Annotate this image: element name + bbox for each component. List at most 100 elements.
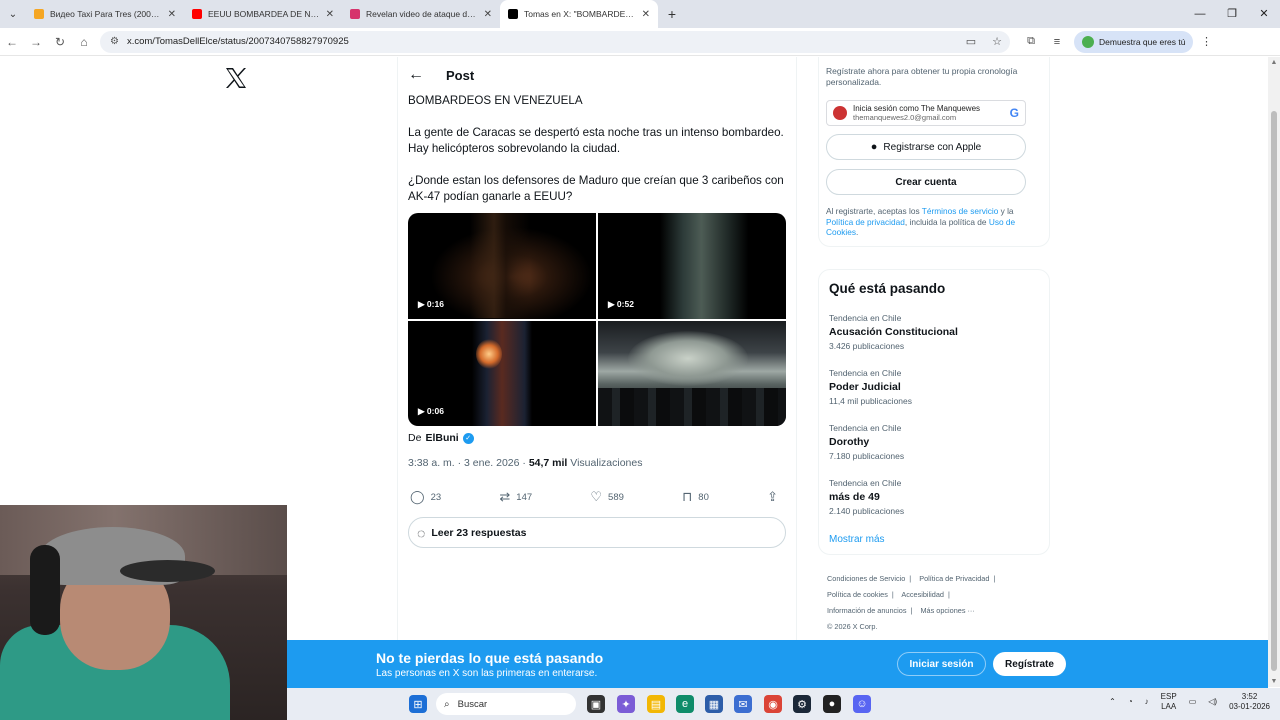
back-icon[interactable]: ← (0, 35, 24, 49)
home-icon[interactable]: ⌂ (72, 35, 96, 49)
chrome-icon[interactable]: ◉ (764, 695, 782, 713)
trend-context: Tendencia en Chile (829, 368, 902, 378)
apple-signup-button[interactable]: ● Registrarse con Apple (826, 134, 1026, 160)
tweet-paragraph: La gente de Caracas se despertó esta noc… (408, 126, 784, 155)
login-button[interactable]: Iniciar sesión (897, 652, 986, 676)
browser-tab[interactable]: Видео Taxi Para Tres (2001) 108 ✕ (26, 0, 184, 28)
trend-item[interactable]: Tendencia en Chile Dorothy 7.180 publica… (829, 423, 1039, 461)
copilot-icon[interactable]: ✦ (617, 695, 635, 713)
views-label: Visualizaciones (570, 457, 643, 469)
footer-cookies-link[interactable]: Política de cookies (827, 590, 888, 599)
minimize-icon[interactable]: — (1184, 0, 1216, 28)
extensions-icon[interactable]: ⧉ (1018, 35, 1044, 48)
trend-name: Poder Judicial (829, 381, 901, 393)
trend-item[interactable]: Tendencia en Chile Poder Judicial 11,4 m… (829, 368, 1039, 406)
share-button[interactable]: ⇪ (767, 489, 784, 505)
scrollbar-thumb[interactable] (1271, 111, 1277, 671)
tab-close-icon[interactable]: ✕ (168, 9, 176, 20)
repost-button[interactable]: ⇄ 147 (499, 489, 532, 505)
site-info-icon[interactable]: ⚙ (110, 36, 119, 47)
show-more-link[interactable]: Mostrar más (829, 534, 885, 545)
browser-tab-active[interactable]: Tomas en X: "BOMBARDEOS EN ✕ (500, 0, 658, 28)
browser-tab[interactable]: Revelan video de ataque de EE ✕ (342, 0, 500, 28)
trends-title: Qué está pasando (829, 281, 946, 296)
trend-item[interactable]: Tendencia en Chile Acusación Constitucio… (829, 313, 1039, 351)
bookmark-button[interactable]: ⊓ 80 (682, 489, 709, 505)
reply-button[interactable]: ◯ 23 (410, 489, 441, 505)
video-thumbnail[interactable]: ▶ 0:52 (598, 213, 786, 319)
video-thumbnail[interactable]: ▶ 0:16 (408, 213, 596, 319)
trend-name: Acusación Constitucional (829, 326, 958, 338)
headset-shape (30, 545, 60, 635)
forward-icon[interactable]: → (24, 35, 48, 49)
restore-icon[interactable]: ❐ (1216, 0, 1248, 28)
google-account-name: Inicia sesión como The Manquewes (853, 103, 981, 113)
media-controls-icon[interactable]: ≡ (1044, 36, 1070, 48)
reply-count: 23 (430, 491, 442, 503)
bookmark-count: 80 (698, 491, 709, 503)
x-logo-icon[interactable] (224, 67, 248, 89)
discord-icon[interactable]: ☺ (853, 695, 871, 713)
source-name-link[interactable]: ElBuni (425, 432, 458, 444)
reload-icon[interactable]: ↻ (48, 35, 72, 49)
language-indicator[interactable]: ESP LAA (1161, 692, 1177, 712)
browser-tab[interactable]: EEUU BOMBARDEA DE NUEVO ✕ (184, 0, 342, 28)
close-window-icon[interactable]: ✕ (1248, 0, 1280, 28)
banner-subtitle: Las personas en X son las primeras en en… (376, 668, 598, 679)
footer-more-link[interactable]: Más opciones ··· (920, 606, 974, 615)
store-icon[interactable]: ▦ (705, 695, 723, 713)
profile-pill[interactable]: Demuestra que eres tú (1074, 30, 1194, 53)
footer-ads-link[interactable]: Información de anuncios (827, 606, 907, 615)
video-duration: ▶ 0:06 (418, 406, 444, 416)
obs-icon[interactable]: ● (823, 695, 841, 713)
scroll-up-icon[interactable]: ▲ (1268, 59, 1280, 66)
register-button[interactable]: Regístrate (993, 652, 1066, 676)
like-button[interactable]: ♡ 589 (590, 489, 624, 505)
clock[interactable]: 3:52 03-01-2026 (1229, 692, 1270, 712)
footer-privacy-link[interactable]: Política de Privacidad (919, 574, 989, 583)
tweet-time[interactable]: 3:38 a. m. · 3 ene. 2026 · (408, 457, 526, 469)
footer-accessibility-link[interactable]: Accesibilidad (901, 590, 944, 599)
trend-item[interactable]: Tendencia en Chile más de 49 2.140 publi… (829, 478, 1039, 516)
image-thumbnail[interactable] (598, 320, 786, 426)
trend-context: Tendencia en Chile (829, 478, 902, 488)
tab-close-icon[interactable]: ✕ (484, 9, 492, 20)
scroll-down-icon[interactable]: ▼ (1268, 678, 1280, 685)
windows-start-icon[interactable]: ⊞ (409, 695, 427, 713)
footer-separator: | (909, 574, 912, 583)
url-input[interactable]: ⚙ x.com/TomasDellElce/status/20073407588… (100, 30, 1010, 53)
create-account-button[interactable]: Crear cuenta (826, 169, 1026, 195)
tray-app-icon[interactable]: ◔ (1128, 697, 1133, 707)
back-arrow-icon[interactable]: ← (408, 66, 432, 84)
install-app-icon[interactable]: ▭ (966, 35, 976, 48)
tab-search-icon[interactable]: ⌄ (0, 0, 26, 28)
page-scrollbar[interactable]: ▲ ▼ (1268, 57, 1280, 687)
tab-close-icon[interactable]: ✕ (642, 9, 650, 20)
tray-overflow-icon[interactable]: ⌃ (1109, 697, 1116, 707)
kebab-menu-icon[interactable]: ⋮ (1193, 35, 1219, 48)
google-signin-button[interactable]: Inicia sesión como The Manquewes themanq… (826, 100, 1026, 126)
tab-close-icon[interactable]: ✕ (326, 9, 334, 20)
terms-link[interactable]: Términos de servicio (922, 206, 999, 216)
privacy-link[interactable]: Política de privacidad (826, 217, 905, 227)
trends-card: Qué está pasando Tendencia en Chile Acus… (818, 269, 1050, 555)
edge-icon[interactable]: e (676, 695, 694, 713)
task-view-icon[interactable]: ▣ (587, 695, 605, 713)
bookmark-star-icon[interactable]: ☆ (992, 35, 1002, 48)
views-count: 54,7 mil (528, 457, 568, 469)
microphone-icon[interactable]: ♪ (1145, 697, 1149, 707)
steam-icon[interactable]: ⚙ (793, 695, 811, 713)
footer-terms-link[interactable]: Condiciones de Servicio (827, 574, 905, 583)
new-tab-icon[interactable]: + (658, 6, 686, 22)
file-explorer-icon[interactable]: ▤ (647, 695, 665, 713)
read-replies-button[interactable]: ◌ Leer 23 respuestas (408, 517, 786, 548)
video-thumbnail[interactable]: ▶ 0:06 (408, 320, 596, 426)
google-account-avatar (833, 106, 847, 120)
outlook-icon[interactable]: ✉ (734, 695, 752, 713)
footer-separator: | (993, 574, 996, 583)
reply-icon: ◯ (410, 489, 425, 504)
taskbar-search[interactable]: ⌕ Buscar (436, 693, 576, 715)
explosion-glow-shape (476, 338, 502, 369)
volume-icon[interactable]: ◁) (1208, 697, 1217, 707)
network-icon[interactable]: ▭ (1189, 697, 1197, 707)
